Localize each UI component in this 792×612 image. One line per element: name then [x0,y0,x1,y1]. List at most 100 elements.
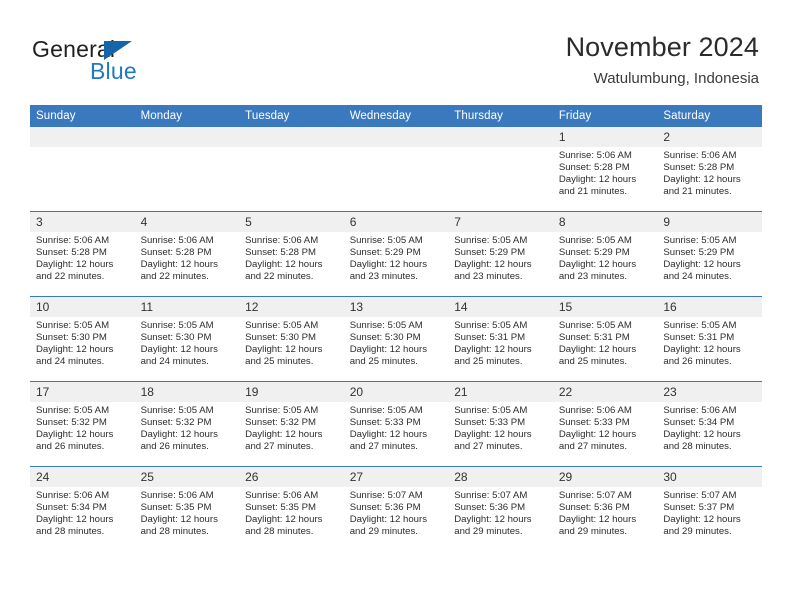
day-number [448,127,553,147]
day-daylight-line: Daylight: 12 hours [349,429,428,441]
day-sunset-line: Sunset: 5:28 PM [245,247,317,259]
day-daylight-line: Daylight: 12 hours [558,174,637,186]
calendar-day-cell[interactable]: 7 Sunrise: 5:05 AM Sunset: 5:29 PM Daylight… [448,211,553,297]
day-daylight-line: Daylight: 12 hours [663,429,741,441]
calendar-day-cell[interactable]: 6 Sunrise: 5:05 AM Sunset: 5:29 PM Daylight… [343,211,449,297]
day-daylight-line: and 25 minutes. [245,356,314,368]
day-daylight-line: and 28 minutes. [140,526,209,538]
day-sun-info: Sunrise: 5:07 AM Sunset: 5:36 PM Daylight:… [553,487,658,538]
calendar-day-cell[interactable]: 19 Sunrise: 5:05 AM Sunset: 5:32 PM Dayligh… [239,381,344,467]
day-number: 4 [134,212,240,232]
day-sun-info: Sunrise: 5:06 AM Sunset: 5:35 PM Daylight:… [239,487,344,538]
day-sunrise-line: Sunrise: 5:05 AM [663,235,737,246]
day-number: 29 [552,467,658,487]
weekday-header-saturday: Saturday [657,105,762,127]
day-daylight-line: Daylight: 12 hours [454,514,532,526]
calendar-day-cell[interactable]: 3 Sunrise: 5:06 AM Sunset: 5:28 PM Daylight… [30,211,135,297]
day-sun-info: Sunrise: 5:06 AM Sunset: 5:28 PM Daylight:… [30,232,135,283]
day-sunrise-line: Sunrise: 5:07 AM [349,490,423,501]
day-sun-info: Sunrise: 5:05 AM Sunset: 5:32 PM Daylight:… [239,402,344,453]
day-daylight-line: and 28 minutes. [663,441,732,453]
calendar-day-cell[interactable]: 2 Sunrise: 5:06 AM Sunset: 5:28 PM Daylight… [657,126,762,212]
day-daylight-line: and 23 minutes. [558,271,628,283]
day-cell-inner: 16 Sunrise: 5:05 AM Sunset: 5:31 PM Dayligh… [657,297,762,381]
calendar-day-cell[interactable]: 25 Sunrise: 5:06 AM Sunset: 5:35 PM Dayligh… [134,466,240,551]
day-daylight-line: and 29 minutes. [349,526,418,538]
brand-logo[interactable]: General Blue [32,36,252,86]
day-sun-info: Sunrise: 5:05 AM Sunset: 5:32 PM Daylight:… [30,402,135,453]
calendar-day-cell[interactable]: 26 Sunrise: 5:06 AM Sunset: 5:35 PM Dayligh… [239,466,344,551]
calendar-day-cell[interactable]: 28 Sunrise: 5:07 AM Sunset: 5:36 PM Dayligh… [448,466,553,551]
calendar-day-cell[interactable]: 29 Sunrise: 5:07 AM Sunset: 5:36 PM Dayligh… [552,466,658,551]
calendar-table: Sunday Monday Tuesday Wednesday Thursday… [30,105,762,551]
day-daylight-line: and 29 minutes. [558,526,628,538]
calendar-day-cell[interactable]: 15 Sunrise: 5:05 AM Sunset: 5:31 PM Dayligh… [552,296,658,382]
calendar-day-cell[interactable]: 12 Sunrise: 5:05 AM Sunset: 5:30 PM Dayligh… [239,296,344,382]
day-daylight-line: and 21 minutes. [558,186,628,198]
day-number: 26 [239,467,344,487]
day-daylight-line: Daylight: 12 hours [36,429,114,441]
day-daylight-line: and 25 minutes. [349,356,418,368]
calendar-day-cell[interactable]: 22 Sunrise: 5:06 AM Sunset: 5:33 PM Dayligh… [552,381,658,467]
calendar-day-cell[interactable]: 14 Sunrise: 5:05 AM Sunset: 5:31 PM Dayligh… [448,296,553,382]
day-cell-inner: 23 Sunrise: 5:06 AM Sunset: 5:34 PM Dayligh… [657,382,762,466]
day-daylight-line: Daylight: 12 hours [245,514,323,526]
calendar-day-cell[interactable]: 5 Sunrise: 5:06 AM Sunset: 5:28 PM Daylight… [239,211,344,297]
calendar-body: 1 Sunrise: 5:06 AM Sunset: 5:28 PM Daylight… [30,126,762,551]
day-sun-info: Sunrise: 5:07 AM Sunset: 5:36 PM Daylight:… [448,487,553,538]
calendar-day-cell[interactable]: 27 Sunrise: 5:07 AM Sunset: 5:36 PM Dayligh… [343,466,449,551]
calendar-day-cell[interactable]: 9 Sunrise: 5:05 AM Sunset: 5:29 PM Daylight… [657,211,762,297]
calendar-day-cell[interactable]: 10 Sunrise: 5:05 AM Sunset: 5:30 PM Dayligh… [30,296,135,382]
day-cell-inner: 24 Sunrise: 5:06 AM Sunset: 5:34 PM Dayligh… [30,467,135,551]
day-daylight-line: Daylight: 12 hours [349,344,428,356]
calendar-day-cell[interactable]: 16 Sunrise: 5:05 AM Sunset: 5:31 PM Dayligh… [657,296,762,382]
day-sunrise-line: Sunrise: 5:05 AM [349,235,423,246]
calendar-day-cell-empty [239,126,344,212]
calendar-day-cell[interactable]: 20 Sunrise: 5:05 AM Sunset: 5:33 PM Dayligh… [343,381,449,467]
calendar-day-cell[interactable]: 11 Sunrise: 5:05 AM Sunset: 5:30 PM Dayligh… [134,296,240,382]
weekday-header-tuesday: Tuesday [239,105,344,127]
calendar-day-cell[interactable]: 18 Sunrise: 5:05 AM Sunset: 5:32 PM Dayligh… [134,381,240,467]
calendar-week-row: 24 Sunrise: 5:06 AM Sunset: 5:34 PM Dayligh… [30,466,762,551]
day-daylight-line: Daylight: 12 hours [663,259,741,271]
calendar-day-cell[interactable]: 24 Sunrise: 5:06 AM Sunset: 5:34 PM Dayligh… [30,466,135,551]
day-daylight-line: Daylight: 12 hours [140,344,218,356]
day-sunset-line: Sunset: 5:29 PM [663,247,735,259]
day-sun-info: Sunrise: 5:05 AM Sunset: 5:31 PM Daylight:… [448,317,553,368]
calendar-day-cell[interactable]: 13 Sunrise: 5:05 AM Sunset: 5:30 PM Dayligh… [343,296,449,382]
calendar-day-cell[interactable]: 1 Sunrise: 5:06 AM Sunset: 5:28 PM Daylight… [552,126,658,212]
day-sunset-line: Sunset: 5:35 PM [245,502,317,514]
day-number [239,127,344,147]
day-daylight-line: Daylight: 12 hours [558,344,637,356]
day-number: 5 [239,212,344,232]
day-daylight-line: and 28 minutes. [245,526,314,538]
day-daylight-line: Daylight: 12 hours [558,259,637,271]
day-number [30,127,135,147]
day-sunrise-line: Sunrise: 5:06 AM [140,235,214,246]
day-sun-info: Sunrise: 5:05 AM Sunset: 5:30 PM Daylight:… [30,317,135,368]
day-sunrise-line: Sunrise: 5:05 AM [349,320,423,331]
calendar-day-cell[interactable]: 23 Sunrise: 5:06 AM Sunset: 5:34 PM Dayligh… [657,381,762,467]
day-cell-inner: 27 Sunrise: 5:07 AM Sunset: 5:36 PM Dayligh… [343,467,449,551]
weekday-header-row: Sunday Monday Tuesday Wednesday Thursday… [30,105,762,127]
calendar-day-cell[interactable]: 4 Sunrise: 5:06 AM Sunset: 5:28 PM Daylight… [134,211,240,297]
day-daylight-line: and 26 minutes. [36,441,105,453]
calendar-day-cell[interactable]: 21 Sunrise: 5:05 AM Sunset: 5:33 PM Dayligh… [448,381,553,467]
day-daylight-line: and 27 minutes. [245,441,314,453]
day-number: 8 [552,212,658,232]
day-daylight-line: Daylight: 12 hours [140,429,218,441]
calendar-day-cell[interactable]: 17 Sunrise: 5:05 AM Sunset: 5:32 PM Dayligh… [30,381,135,467]
day-sun-info: Sunrise: 5:05 AM Sunset: 5:30 PM Daylight:… [239,317,344,368]
day-daylight-line: Daylight: 12 hours [663,174,741,186]
day-daylight-line: Daylight: 12 hours [558,429,637,441]
day-daylight-line: Daylight: 12 hours [36,259,114,271]
day-number: 19 [239,382,344,402]
day-number: 23 [657,382,762,402]
day-sun-info: Sunrise: 5:05 AM Sunset: 5:30 PM Daylight:… [135,317,240,368]
day-daylight-line: and 29 minutes. [454,526,523,538]
day-sunrise-line: Sunrise: 5:05 AM [558,320,632,331]
calendar-page: General Blue November 2024 Watulumbung, … [0,0,792,612]
day-sunrise-line: Sunrise: 5:06 AM [140,490,214,501]
calendar-day-cell[interactable]: 30 Sunrise: 5:07 AM Sunset: 5:37 PM Dayligh… [657,466,762,551]
calendar-day-cell[interactable]: 8 Sunrise: 5:05 AM Sunset: 5:29 PM Daylight… [552,211,658,297]
